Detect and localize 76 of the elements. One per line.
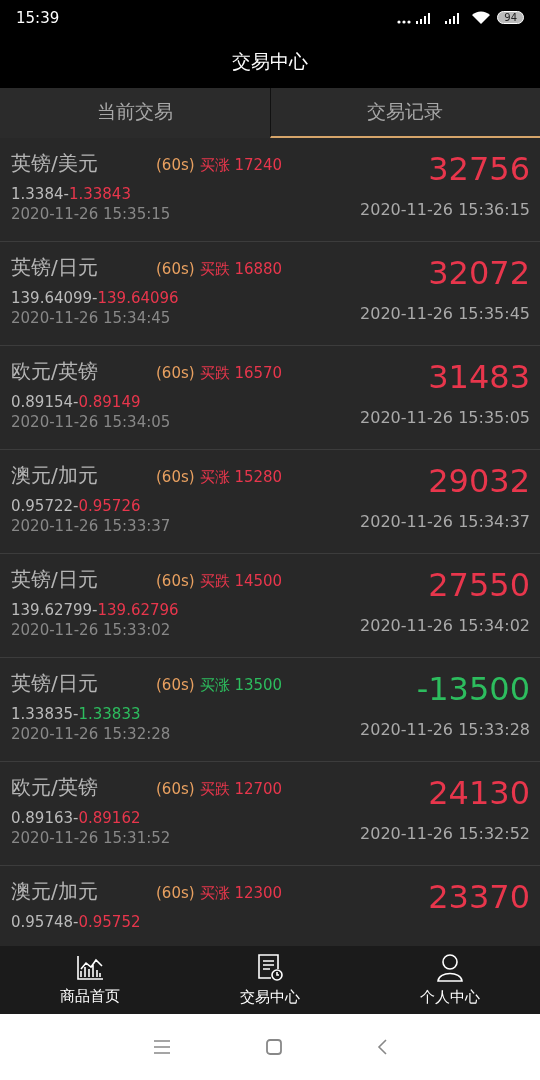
currency-pair: 澳元/加元 [11, 878, 99, 905]
nav-item[interactable]: 交易中心 [180, 946, 360, 1014]
nav-item[interactable]: 商品首页 [0, 946, 180, 1014]
trade-direction: 买跌 16880 [199, 260, 283, 279]
trade-period: (60s) [156, 364, 195, 382]
open-time: 2020-11-26 15:35:15 [11, 205, 172, 223]
trade-direction: 买跌 16570 [199, 364, 283, 383]
profit-amount: 32072 [428, 254, 530, 292]
close-price: 139.62796 [97, 601, 179, 619]
trade-direction: 买涨 13500 [199, 676, 283, 695]
close-price: 1.33833 [78, 705, 141, 723]
wifi-icon [471, 10, 492, 25]
currency-pair: 英镑/日元 [11, 566, 99, 593]
profit-amount: 23370 [428, 878, 530, 916]
trade-period: (60s) [156, 156, 195, 174]
close-price: 0.95726 [78, 497, 141, 515]
profit-amount: 24130 [428, 774, 530, 812]
open-price: 0.89163- [11, 809, 79, 827]
page-title: 交易中心 [232, 48, 308, 74]
close-price: 139.64096 [97, 289, 179, 307]
open-price: 0.89154- [11, 393, 79, 411]
back-icon[interactable] [377, 1039, 387, 1055]
currency-pair: 欧元/英镑 [11, 358, 99, 385]
battery-icon: 94 [497, 11, 524, 24]
currency-pair: 欧元/英镑 [11, 774, 99, 801]
close-time: 2020-11-26 15:35:05 [360, 408, 530, 427]
trade-period: (60s) [156, 468, 195, 486]
close-time: 2020-11-26 15:34:02 [360, 616, 530, 635]
open-price: 1.33835- [11, 705, 79, 723]
document-clock-icon [257, 953, 283, 982]
profit-amount: 31483 [428, 358, 530, 396]
profit-amount: 27550 [428, 566, 530, 604]
trade-period: (60s) [156, 884, 195, 902]
profit-amount: 29032 [428, 462, 530, 500]
trade-direction: 买涨 17240 [199, 156, 283, 175]
trade-period: (60s) [156, 572, 195, 590]
currency-pair: 澳元/加元 [11, 462, 99, 489]
open-price: 0.95748- [11, 913, 79, 931]
trade-period: (60s) [156, 780, 195, 798]
close-time: 2020-11-26 15:32:52 [360, 824, 530, 843]
open-price: 139.64099- [11, 289, 98, 307]
close-price: 1.33843 [68, 185, 131, 203]
trade-direction: 买跌 14500 [199, 572, 283, 591]
close-price: 0.89162 [78, 809, 141, 827]
profit-amount: 32756 [428, 150, 530, 188]
trade-direction: 买跌 12700 [199, 780, 283, 799]
chart-icon [76, 954, 104, 981]
close-time: 2020-11-26 15:36:15 [360, 200, 530, 219]
trade-direction: 买涨 12300 [199, 884, 283, 903]
open-price: 139.62799- [11, 601, 98, 619]
trade-period: (60s) [156, 260, 195, 278]
trade-period: (60s) [156, 676, 195, 694]
open-time: 2020-11-26 15:33:02 [11, 621, 172, 639]
trade-direction: 买涨 15280 [199, 468, 283, 487]
open-time: 2020-11-26 15:34:05 [11, 413, 172, 431]
close-time: 2020-11-26 15:35:45 [360, 304, 530, 323]
open-price: 0.95722- [11, 497, 79, 515]
open-time: 2020-11-26 15:32:28 [11, 725, 172, 743]
profit-amount: -13500 [416, 670, 530, 708]
currency-pair: 英镑/美元 [11, 150, 99, 177]
status-time: 15:39 [16, 8, 60, 27]
open-price: 1.3384- [11, 185, 69, 203]
close-price: 0.95752 [78, 913, 141, 931]
currency-pair: 英镑/日元 [11, 254, 99, 281]
menu-icon[interactable] [153, 1040, 171, 1054]
close-price: 0.89149 [78, 393, 141, 411]
open-time: 2020-11-26 15:33:37 [11, 517, 172, 535]
close-time: 2020-11-26 15:33:28 [360, 720, 530, 739]
nav-item[interactable]: 个人中心 [360, 946, 540, 1014]
close-time: 2020-11-26 15:34:37 [360, 512, 530, 531]
home-button-icon[interactable] [266, 1039, 282, 1055]
tab[interactable]: 当前交易 [0, 88, 270, 138]
person-icon [437, 953, 463, 982]
open-time: 2020-11-26 15:34:45 [11, 309, 172, 327]
open-time: 2020-11-26 15:31:52 [11, 829, 172, 847]
currency-pair: 英镑/日元 [11, 670, 99, 697]
